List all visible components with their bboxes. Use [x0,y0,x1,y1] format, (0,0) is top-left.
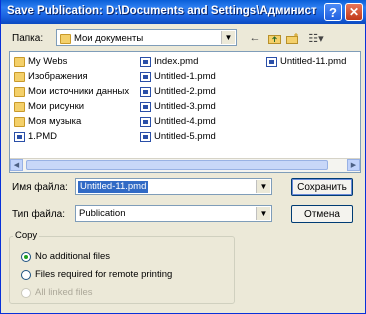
file-list-item[interactable]: Untitled-2.pmd [140,85,216,98]
folder-up-icon[interactable] [267,31,281,45]
folder-icon [14,71,25,82]
filename-label: Имя файла: [12,182,68,193]
copy-option-radio[interactable]: Files required for remote printing [21,269,172,280]
file-list-item[interactable]: Untitled-11.pmd [266,55,346,68]
file-name: My Webs [28,56,68,67]
folder-icon [14,56,25,67]
file-list-item[interactable]: Untitled-4.pmd [140,115,216,128]
location-value: Мои документы [74,33,144,44]
file-name: Мои рисунки [28,101,85,112]
publication-file-icon [140,86,151,97]
file-list[interactable]: My Webs Изображения Мои источники данных Мо… [9,51,361,173]
folder-icon [14,86,25,97]
copy-option-radio[interactable]: No additional files [21,251,110,262]
publication-file-icon [140,116,151,127]
file-name: Index.pmd [154,56,199,67]
file-name: Untitled-3.pmd [154,101,216,112]
save-button[interactable]: Сохранить [291,178,353,196]
file-list-item[interactable]: My Webs [14,55,67,68]
filename-input[interactable]: Untitled-11.pmd ▼ [75,178,272,195]
publication-file-icon [140,71,151,82]
radio-dot-icon [21,287,31,298]
chevron-down-icon: ▼ [256,207,270,220]
filename-value: Untitled-11.pmd [78,181,149,193]
filetype-label: Тип файла: [12,209,65,220]
file-list-item[interactable]: Изображения [14,70,88,83]
copy-option-radio: All linked files [21,287,93,298]
back-icon[interactable]: ← [248,31,262,45]
my-documents-icon [60,33,71,44]
filetype-dropdown[interactable]: Publication ▼ [75,205,272,222]
title-bar[interactable]: Save Publication: D:\Documents and Setti… [1,0,366,24]
file-list-item[interactable]: Мои источники данных [14,85,129,98]
file-name: Untitled-2.pmd [154,86,216,97]
location-dropdown[interactable]: Мои документы ▼ [56,29,237,46]
file-name: Изображения [28,71,88,82]
help-button[interactable]: ? [324,3,342,21]
publication-file-icon [14,131,25,142]
copy-option-label: No additional files [35,251,110,262]
folder-icon [14,116,25,127]
folder-icon [14,101,25,112]
copy-option-label: Files required for remote printing [35,269,173,280]
file-list-item[interactable]: Index.pmd [140,55,198,68]
file-list-item[interactable]: Untitled-3.pmd [140,100,216,113]
file-name: Untitled-4.pmd [154,116,216,127]
file-list-item[interactable]: 1.PMD [14,130,57,143]
publication-file-icon [140,101,151,112]
scroll-thumb[interactable] [26,160,328,170]
file-name: 1.PMD [28,131,58,142]
window-title: Save Publication: D:\Documents and Setti… [7,5,317,17]
new-folder-icon[interactable] [285,31,299,45]
file-name: Мои источники данных [28,86,130,97]
publication-file-icon [266,56,277,67]
file-name: Untitled-11.pmd [280,56,347,67]
file-name: Untitled-5.pmd [154,131,216,142]
horizontal-scrollbar[interactable]: ◀ ▶ [10,158,360,172]
chevron-down-icon: ▼ [221,31,235,44]
copy-option-label: All linked files [35,287,93,298]
save-publication-dialog: Save Publication: D:\Documents and Setti… [0,0,366,314]
file-list-item[interactable]: Untitled-1.pmd [140,70,216,83]
radio-dot-icon [21,251,31,262]
publication-file-icon [140,131,151,142]
close-button[interactable]: ✕ [345,3,363,21]
file-list-item[interactable]: Моя музыка [14,115,81,128]
file-list-item[interactable]: Untitled-5.pmd [140,130,216,143]
scroll-right-icon[interactable]: ▶ [347,159,360,171]
file-name: Untitled-1.pmd [154,71,216,82]
publication-file-icon [140,56,151,67]
copy-group-title: Copy [13,230,40,241]
view-menu-icon[interactable]: ☷▾ [305,31,327,45]
cancel-button[interactable]: Отмена [291,205,353,223]
file-list-item[interactable]: Мои рисунки [14,100,84,113]
filetype-value: Publication [79,208,126,219]
file-name: Моя музыка [28,116,82,127]
scroll-left-icon[interactable]: ◀ [10,159,23,171]
radio-dot-icon [21,269,31,280]
chevron-down-icon: ▼ [256,180,270,193]
location-label: Папка: [12,33,44,44]
